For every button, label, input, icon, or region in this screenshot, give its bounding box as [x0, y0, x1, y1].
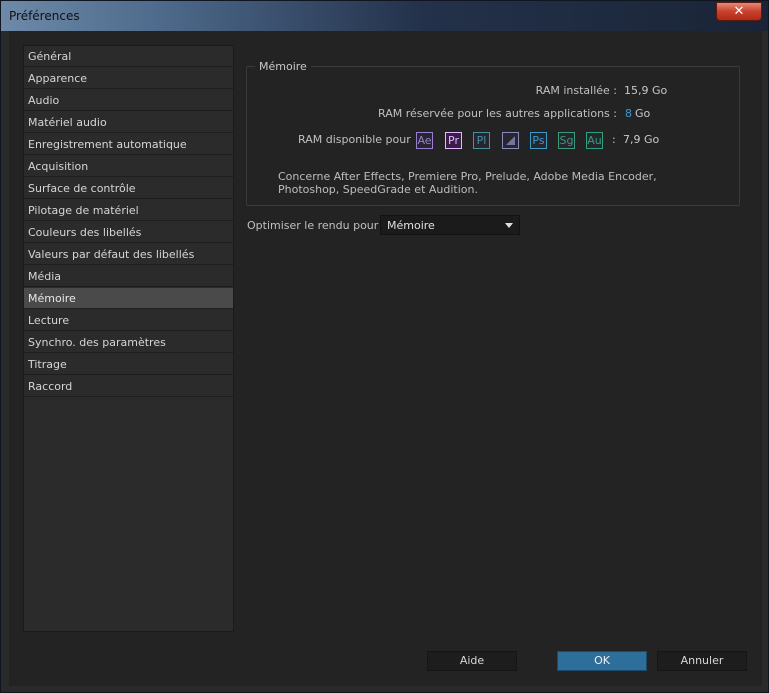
sidebar-item[interactable]: Surface de contrôle: [24, 178, 233, 199]
media-encoder-icon: [502, 132, 519, 149]
ram-available-value: 7,9 Go: [623, 133, 660, 146]
sidebar-item[interactable]: Raccord: [24, 376, 233, 397]
ram-installed-value: 15,9 Go: [624, 84, 668, 97]
sidebar-item[interactable]: Apparence: [24, 68, 233, 89]
sidebar-item[interactable]: Matériel audio: [24, 112, 233, 133]
after-effects-icon: Ae: [416, 132, 433, 149]
sidebar-item[interactable]: Média: [24, 266, 233, 287]
ram-available-separator: :: [612, 133, 616, 146]
optimize-render-value: Mémoire: [387, 219, 435, 232]
audition-icon: Au: [586, 132, 603, 149]
premiere-pro-icon: Pr: [445, 132, 462, 149]
help-button[interactable]: Aide: [427, 651, 517, 671]
sidebar-item[interactable]: Titrage: [24, 354, 233, 375]
ram-available-label: RAM disponible pour: [298, 133, 411, 146]
ram-reserved-value[interactable]: 8: [625, 107, 632, 120]
sidebar-item[interactable]: Pilotage de matériel: [24, 200, 233, 221]
window-title: Préférences: [9, 9, 80, 23]
optimize-render-select[interactable]: Mémoire: [380, 215, 520, 235]
sidebar-item[interactable]: Acquisition: [24, 156, 233, 177]
title-bar[interactable]: Préférences ✕: [1, 1, 768, 31]
speedgrade-icon: Sg: [558, 132, 575, 149]
sidebar-item[interactable]: Couleurs des libellés: [24, 222, 233, 243]
sidebar-item[interactable]: Général: [24, 46, 233, 67]
preferences-category-list: Général Apparence Audio Matériel audio Enreg…: [23, 45, 234, 632]
dialog-body: Général Apparence Audio Matériel audio Enreg…: [9, 31, 762, 686]
optimize-render-label: Optimiser le rendu pour :: [247, 219, 386, 232]
ok-button[interactable]: OK: [557, 651, 647, 671]
sidebar-item[interactable]: Lecture: [24, 310, 233, 331]
ram-reserved-label: RAM réservée pour les autres application…: [378, 107, 617, 120]
memory-note: Concerne After Effects, Premiere Pro, Pr…: [278, 170, 657, 196]
sidebar-item[interactable]: Audio: [24, 90, 233, 111]
ram-reserved-unit: Go: [635, 107, 651, 120]
sidebar-item[interactable]: Enregistrement automatique: [24, 134, 233, 155]
chevron-down-icon: [505, 223, 513, 228]
close-button[interactable]: ✕: [716, 2, 762, 21]
prelude-icon: Pl: [473, 132, 490, 149]
sidebar-item[interactable]: Synchro. des paramètres: [24, 332, 233, 353]
close-icon: ✕: [733, 4, 745, 19]
preferences-window: Préférences ✕ Général Apparence Audio Matér…: [0, 0, 769, 693]
sidebar-item[interactable]: Mémoire: [24, 288, 233, 309]
photoshop-icon: Ps: [530, 132, 547, 149]
cancel-button[interactable]: Annuler: [657, 651, 747, 671]
memory-group-title: Mémoire: [255, 60, 311, 73]
sidebar-item[interactable]: Valeurs par défaut des libellés: [24, 244, 233, 265]
ram-installed-label: RAM installée :: [535, 84, 617, 97]
